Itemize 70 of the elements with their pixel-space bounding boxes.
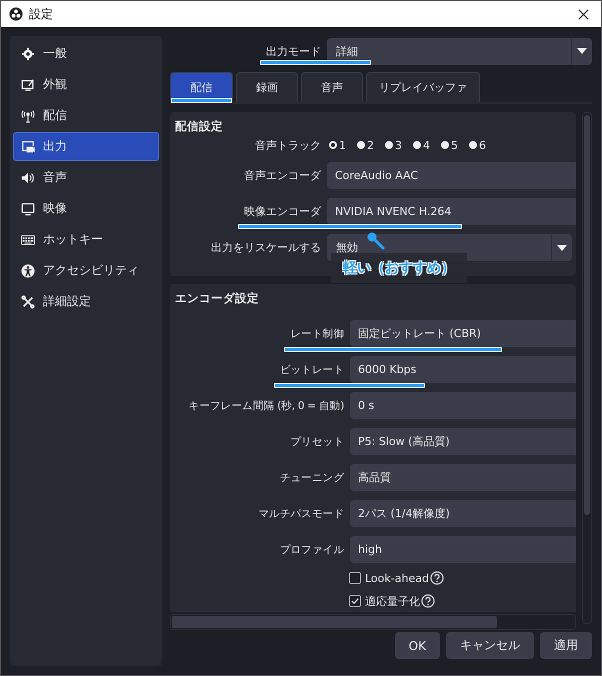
- field-label: チューニング: [280, 470, 344, 484]
- dialog-button[interactable]: 適用: [540, 632, 592, 659]
- monitor-brush-icon: [21, 78, 35, 92]
- sidebar-item[interactable]: 映像: [13, 194, 159, 223]
- field-label: プリセット: [290, 434, 344, 448]
- app-logo-icon: [9, 7, 23, 21]
- keyboard-icon: [21, 232, 35, 246]
- group-title: 配信設定: [174, 118, 224, 135]
- field-label: 出力をリスケールする: [211, 240, 321, 255]
- tab[interactable]: リプレイバッファ: [366, 72, 480, 102]
- text-field[interactable]: 2パス (1/4解像度): [350, 500, 576, 527]
- annotation-tooltip: 軽い（おすすめ）: [331, 253, 467, 283]
- field-label: ビットレート: [280, 362, 344, 376]
- pin-icon: [366, 231, 386, 250]
- output-mode-label: 出力モード: [266, 44, 321, 58]
- group-title: エンコーダ設定: [174, 290, 260, 307]
- text-field[interactable]: 0 s: [350, 392, 576, 419]
- text-field[interactable]: 6000 Kbps: [350, 356, 576, 383]
- checkbox[interactable]: [349, 595, 361, 607]
- monitor-icon: [21, 202, 35, 216]
- sidebar-item[interactable]: 配信: [13, 101, 159, 130]
- speaker-icon: [21, 170, 35, 184]
- dialog-button[interactable]: キャンセル: [446, 632, 534, 659]
- help-icon[interactable]: [430, 571, 444, 585]
- field-label: 映像エンコーダ: [244, 204, 321, 219]
- sidebar-item[interactable]: 外観: [13, 70, 159, 99]
- radio-option[interactable]: 4: [413, 138, 430, 152]
- gear-icon: [21, 46, 35, 60]
- sidebar-item[interactable]: 音声: [13, 163, 159, 192]
- accessibility-icon: [21, 264, 35, 278]
- sidebar-item[interactable]: ホットキー: [13, 225, 159, 254]
- antenna-icon: [21, 108, 35, 122]
- text-field[interactable]: 固定ビットレート (CBR): [350, 320, 576, 347]
- field-label: キーフレーム間隔 (秒, 0 = 自動): [188, 398, 344, 412]
- field-label: プロファイル: [280, 542, 344, 556]
- checkbox[interactable]: [349, 572, 361, 584]
- monitor-camera-icon: [21, 140, 35, 154]
- checkbox-label: Look-ahead: [365, 572, 429, 584]
- sidebar-item[interactable]: 出力: [13, 132, 159, 161]
- window-title: 設定: [29, 6, 54, 22]
- text-field[interactable]: NVIDIA NVENC H.264: [327, 198, 576, 225]
- text-field[interactable]: P5: Slow (高品質): [350, 428, 576, 455]
- text-field[interactable]: CoreAudio AAC: [327, 162, 576, 189]
- field-label: 音声トラック: [255, 138, 321, 152]
- close-icon[interactable]: [578, 8, 589, 20]
- tab[interactable]: 音声: [301, 72, 363, 102]
- output-mode-dropdown[interactable]: 詳細: [327, 38, 592, 64]
- sidebar-item[interactable]: アクセシビリティ: [13, 256, 159, 285]
- checkbox-label: 適応量子化: [365, 594, 420, 608]
- vertical-scrollbar[interactable]: [582, 112, 592, 624]
- field-label: マルチパスモード: [258, 506, 344, 520]
- sidebar-item[interactable]: 一般: [13, 39, 159, 68]
- radio-option[interactable]: 1: [329, 138, 346, 152]
- radio-option[interactable]: 3: [385, 138, 402, 152]
- horizontal-scrollbar[interactable]: [170, 614, 576, 630]
- field-label: レート制御: [290, 326, 344, 340]
- radio-option[interactable]: 2: [357, 138, 374, 152]
- tab[interactable]: 録画: [236, 72, 298, 102]
- tab[interactable]: 配信: [170, 72, 233, 102]
- radio-option[interactable]: 5: [441, 138, 458, 152]
- field-label: 音声エンコーダ: [244, 168, 321, 183]
- sidebar-item[interactable]: 詳細設定: [13, 287, 159, 316]
- text-field[interactable]: 高品質: [350, 464, 576, 491]
- tools-icon: [21, 294, 35, 308]
- dropdown-arrow-icon: [557, 244, 567, 250]
- dropdown-arrow-icon: [577, 48, 587, 54]
- dialog-button[interactable]: OK: [394, 632, 440, 659]
- text-field[interactable]: high: [350, 536, 576, 563]
- radio-option[interactable]: 6: [469, 138, 486, 152]
- help-icon[interactable]: [421, 594, 435, 608]
